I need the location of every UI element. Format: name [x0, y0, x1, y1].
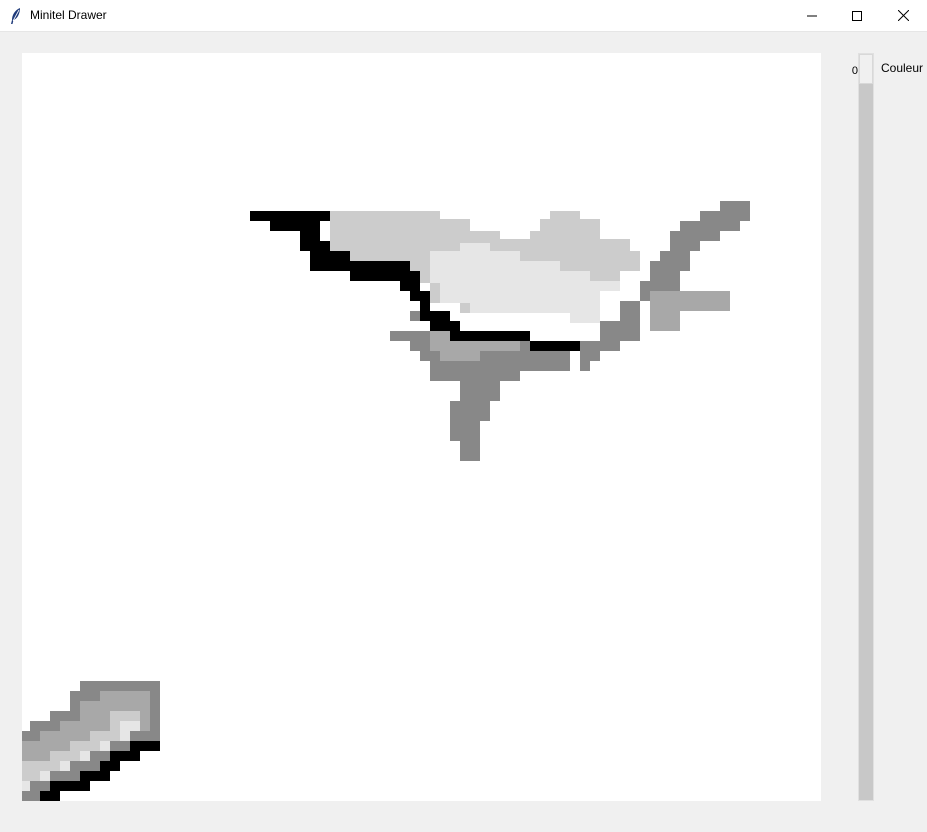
pixel-drawing [22, 201, 750, 801]
color-swatch-gradient [22, 681, 160, 801]
minimize-icon [807, 11, 817, 21]
minimize-button[interactable] [789, 0, 835, 31]
scale-slider-handle[interactable] [859, 54, 873, 84]
title-bar: Minitel Drawer [0, 0, 927, 32]
scale-label: Couleur [881, 61, 924, 75]
maximize-icon [852, 10, 862, 21]
feather-icon [9, 7, 23, 25]
drawing-canvas[interactable] [22, 53, 821, 801]
window-title: Minitel Drawer [30, 8, 107, 22]
maximize-button[interactable] [834, 0, 880, 31]
close-button[interactable] [880, 0, 926, 31]
scale-value: 0 [851, 65, 858, 77]
color-scale[interactable] [858, 53, 874, 801]
close-icon [897, 10, 909, 21]
